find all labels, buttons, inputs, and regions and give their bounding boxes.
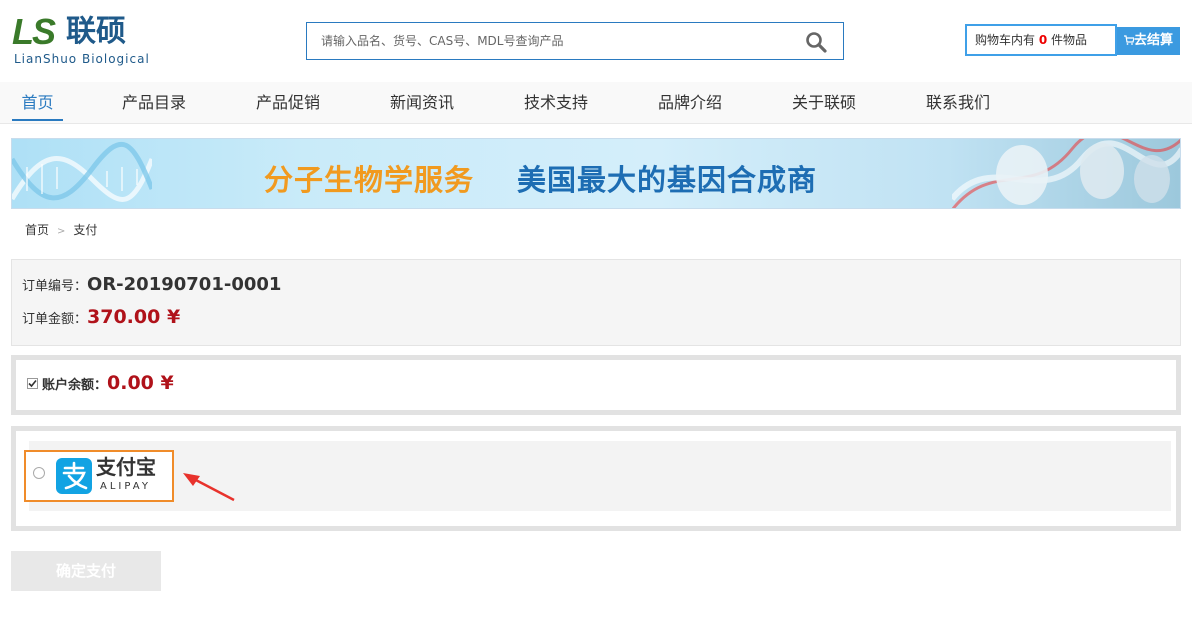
site-logo[interactable]: LS 联硕 LianShuo Biological [12, 12, 152, 68]
search-input[interactable] [307, 23, 801, 59]
logo-english-name: LianShuo Biological [14, 52, 150, 66]
dna-helix-graphic [12, 142, 152, 202]
nav-item-contact[interactable]: 联系我们 [920, 82, 996, 123]
cart-icon [1123, 35, 1135, 45]
order-info-panel: 订单编号：OR-20190701-0001 订单金额：370.00 ¥ [11, 259, 1181, 346]
order-amount-label: 订单金额： [22, 312, 88, 327]
alipay-name-chinese: 支付宝 [96, 455, 156, 479]
checkout-button[interactable]: 去结算 [1117, 27, 1180, 55]
nav-item-catalog[interactable]: 产品目录 [116, 82, 192, 123]
nav-item-brands[interactable]: 品牌介绍 [652, 82, 728, 123]
scientist-graphic [952, 139, 1180, 208]
nav-item-tech-support[interactable]: 技术支持 [518, 82, 594, 123]
search-box [306, 22, 844, 60]
nav-item-home[interactable]: 首页 [12, 82, 63, 123]
alipay-logo-icon [56, 458, 92, 494]
main-nav: 首页 产品目录 产品促销 新闻资讯 技术支持 品牌介绍 关于联硕 联系我们 [0, 82, 1192, 124]
cart-summary[interactable]: 购物车内有 0 件物品 [965, 24, 1117, 56]
nav-item-news[interactable]: 新闻资讯 [384, 82, 460, 123]
check-icon [28, 379, 37, 388]
logo-mark: LS [12, 11, 56, 52]
pointer-arrow-icon [183, 473, 235, 502]
cart-count: 0 [1038, 33, 1048, 47]
balance-label: 账户余额： [42, 378, 108, 393]
logo-chinese-name: 联硕 [66, 14, 126, 49]
order-number-row: 订单编号：OR-20190701-0001 [22, 274, 281, 295]
order-number-value: OR-20190701-0001 [87, 274, 282, 295]
order-amount-row: 订单金额：370.00 ¥ [22, 306, 180, 328]
breadcrumb: 首页 > 支付 [25, 221, 97, 238]
alipay-zhi-glyph [62, 461, 88, 490]
checkout-label: 去结算 [1133, 33, 1173, 48]
balance-row: 账户余额：0.00 ¥ [42, 372, 174, 394]
order-amount-value: 370.00 ¥ [87, 306, 181, 328]
alipay-name-english: ALIPAY [100, 481, 151, 492]
breadcrumb-current: 支付 [73, 223, 98, 237]
breadcrumb-separator: > [57, 226, 66, 237]
account-balance-panel: 账户余额：0.00 ¥ [11, 355, 1181, 415]
site-header: LS 联硕 LianShuo Biological 购物车内有 0 件物品 去结… [0, 0, 1192, 82]
cart-prefix: 购物车内有 [975, 33, 1039, 47]
promo-banner[interactable]: 分子生物学服务 美国最大的基因合成商 [11, 138, 1181, 209]
nav-item-about[interactable]: 关于联硕 [786, 82, 862, 123]
nav-active-indicator [12, 119, 63, 121]
confirm-payment-button[interactable]: 确定支付 [11, 551, 161, 591]
order-number-label: 订单编号： [22, 279, 88, 294]
balance-value: 0.00 ¥ [107, 372, 174, 394]
banner-headline-orange: 分子生物学服务 [264, 163, 475, 197]
cart-suffix: 件物品 [1047, 33, 1088, 47]
alipay-radio[interactable] [33, 467, 45, 479]
breadcrumb-home[interactable]: 首页 [25, 223, 49, 237]
nav-item-promotions[interactable]: 产品促销 [250, 82, 326, 123]
banner-headline-blue: 美国最大的基因合成商 [517, 163, 818, 197]
balance-checkbox[interactable] [27, 378, 38, 389]
search-icon[interactable] [805, 31, 827, 53]
